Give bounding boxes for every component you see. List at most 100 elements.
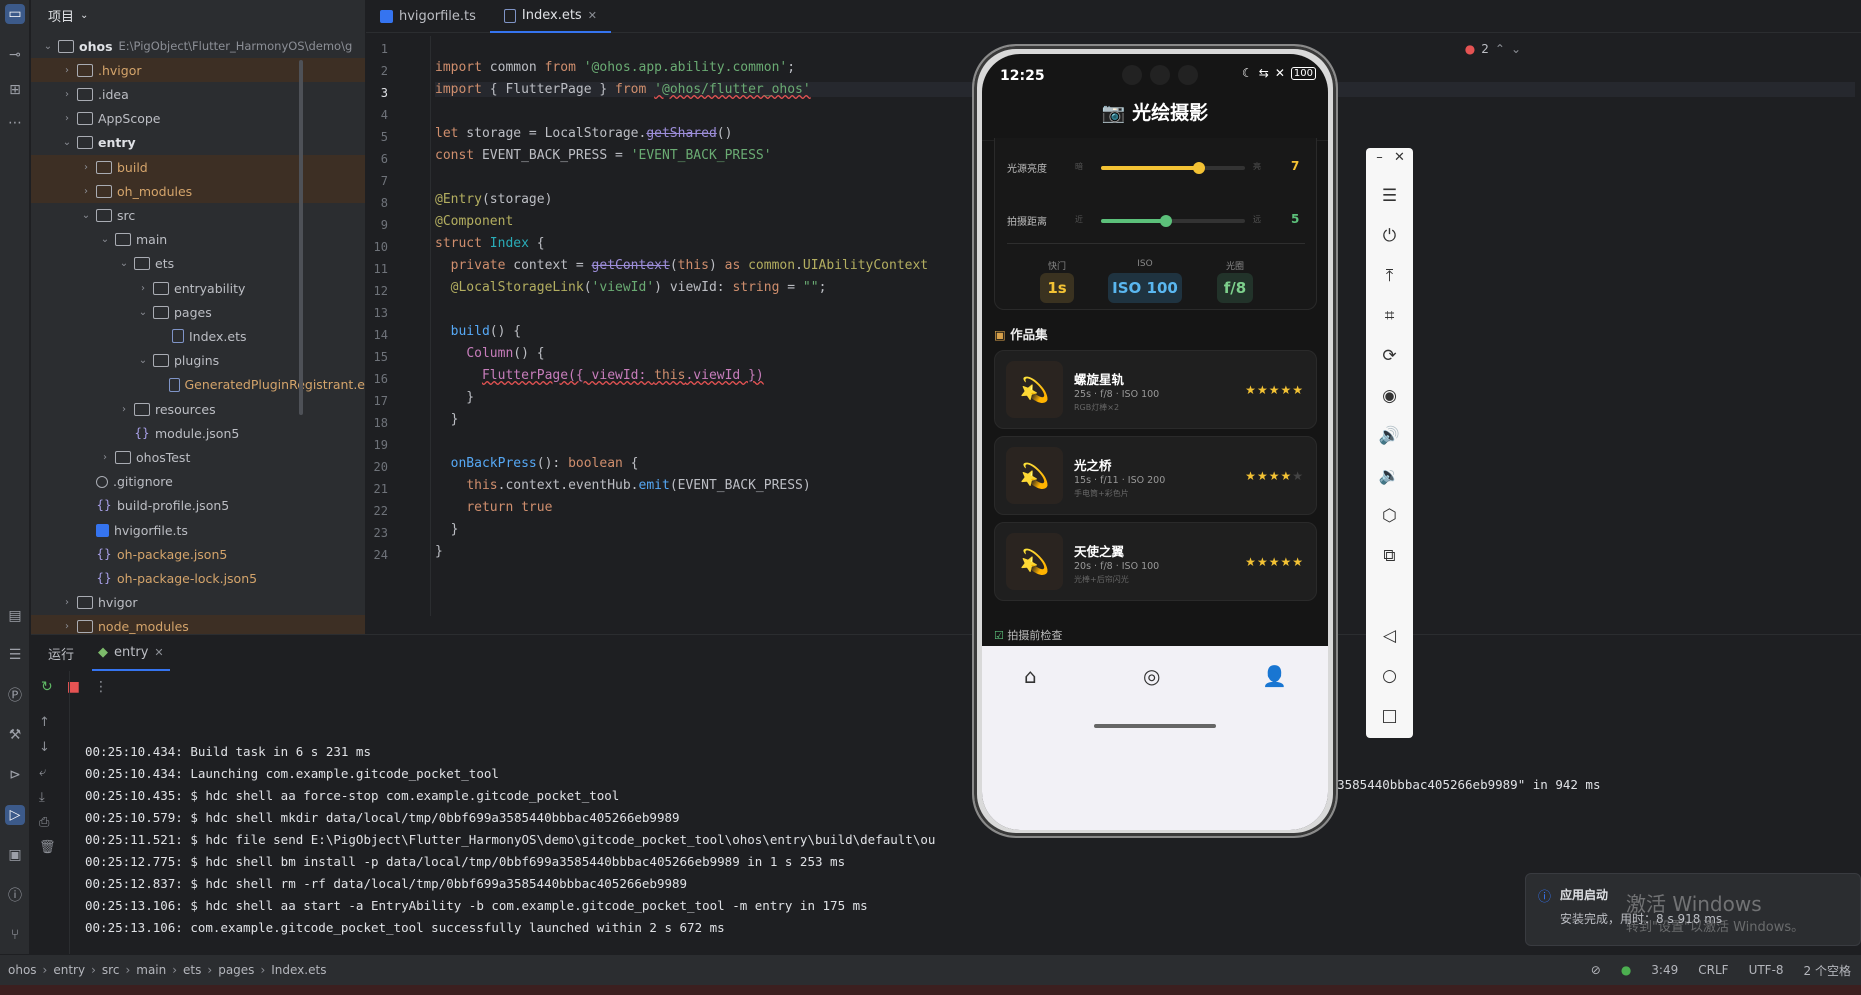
- commit-icon[interactable]: ⊸: [5, 45, 25, 65]
- rerun-icon[interactable]: ↻: [41, 679, 53, 695]
- chevron-down-icon[interactable]: ⌄: [1511, 42, 1521, 56]
- tree-item[interactable]: › build: [31, 155, 365, 179]
- clear-icon[interactable]: 🗑: [39, 840, 56, 855]
- tree-item[interactable]: › AppScope: [31, 107, 365, 131]
- tree-item[interactable]: {} module.json5: [31, 421, 365, 445]
- tree-item[interactable]: › ohosTest: [31, 445, 365, 469]
- chevron-right-icon[interactable]: ›: [136, 283, 150, 294]
- print-icon[interactable]: ⎙: [39, 815, 56, 830]
- more-options-icon[interactable]: ⋮: [94, 679, 108, 695]
- breadcrumb-item[interactable]: pages: [218, 963, 254, 977]
- screenshot-icon[interactable]: ◉: [1366, 386, 1413, 406]
- tree-scrollbar[interactable]: [299, 60, 303, 415]
- slider-knob[interactable]: [1192, 162, 1205, 174]
- notification[interactable]: ⓘ 应用启动 安装完成，用时：8 s 918 ms 激活 Windows 转到"…: [1525, 873, 1861, 946]
- run-config-tab[interactable]: ◆ entry ✕: [92, 635, 170, 671]
- setting-badge[interactable]: f/8: [1217, 273, 1253, 303]
- scroll-up-icon[interactable]: ↑: [39, 715, 56, 730]
- breadcrumb-item[interactable]: Index.ets: [271, 963, 326, 977]
- profiler-icon[interactable]: Ⓟ: [5, 685, 25, 705]
- chevron-down-icon[interactable]: ⌄: [117, 258, 131, 269]
- profile-icon[interactable]: 👤: [1262, 664, 1287, 688]
- tree-item[interactable]: › .hvigor: [31, 58, 365, 83]
- close-icon[interactable]: ✕: [154, 646, 163, 659]
- compass-icon[interactable]: ◎: [1143, 664, 1160, 688]
- tree-item[interactable]: › entryability: [31, 276, 365, 300]
- tab-hvigorfile[interactable]: hvigorfile.ts: [366, 0, 490, 33]
- chevron-down-icon[interactable]: ⌄: [98, 234, 112, 245]
- checkbox-icon[interactable]: ☑: [994, 629, 1004, 642]
- tree-item[interactable]: › resources: [31, 397, 365, 421]
- tree-item[interactable]: ⌄ main: [31, 228, 365, 252]
- home-button-icon[interactable]: ○: [1366, 666, 1413, 686]
- chevron-right-icon[interactable]: ›: [98, 452, 112, 463]
- terminal-icon[interactable]: ▣: [5, 845, 25, 865]
- cursor-position[interactable]: 3:49: [1651, 963, 1678, 977]
- tree-item[interactable]: ⌄ pages: [31, 300, 365, 324]
- power-save-icon[interactable]: ⊘: [1591, 963, 1601, 977]
- status-indicator-icon[interactable]: ●: [1621, 963, 1631, 977]
- problems-icon[interactable]: ⓘ: [5, 885, 25, 905]
- git-icon[interactable]: ⑂: [5, 925, 25, 945]
- chevron-right-icon[interactable]: ›: [60, 621, 74, 632]
- tree-item[interactable]: {} oh-package.json5: [31, 542, 365, 566]
- tree-item[interactable]: {} oh-package-lock.json5: [31, 566, 365, 590]
- services-icon[interactable]: ⊳: [5, 765, 25, 785]
- file-encoding[interactable]: UTF-8: [1749, 963, 1784, 977]
- setting-badge[interactable]: ISO 100: [1108, 273, 1182, 303]
- chevron-right-icon[interactable]: ›: [79, 186, 93, 197]
- multi-device-icon[interactable]: ⧉: [1366, 546, 1413, 566]
- tree-item[interactable]: › hvigor: [31, 591, 365, 615]
- setting-badge[interactable]: 1s: [1040, 273, 1074, 303]
- back-icon[interactable]: ◁: [1366, 626, 1413, 646]
- tab-index-ets[interactable]: Index.ets ✕: [489, 0, 611, 33]
- chevron-down-icon[interactable]: ⌄: [136, 355, 150, 366]
- breadcrumb-item[interactable]: ohos: [8, 963, 37, 977]
- crop-icon[interactable]: ⌗: [1366, 306, 1413, 326]
- home-icon[interactable]: ⌂: [1024, 664, 1037, 688]
- tree-item[interactable]: ⌄ ohos E:\PigObject\Flutter_HarmonyOS\demo…: [31, 34, 365, 58]
- close-tab-icon[interactable]: ✕: [588, 9, 597, 22]
- scroll-end-icon[interactable]: ⤓: [39, 790, 56, 805]
- chevron-down-icon[interactable]: ⌄: [79, 210, 93, 221]
- tree-item[interactable]: › oh_modules: [31, 179, 365, 204]
- work-card[interactable]: 💫 天使之翼 20s · f/8 · ISO 100 光棒+后帘闪光 ★★★★★: [994, 522, 1317, 601]
- chevron-down-icon[interactable]: ⌄: [136, 307, 150, 318]
- breadcrumb-item[interactable]: src: [102, 963, 120, 977]
- chevron-up-icon[interactable]: ⌃: [1495, 42, 1505, 56]
- breadcrumb-item[interactable]: main: [136, 963, 166, 977]
- soft-wrap-icon[interactable]: ⤶: [39, 765, 56, 780]
- tree-item[interactable]: ⌄ plugins: [31, 349, 365, 373]
- volume-down-icon[interactable]: 🔉: [1366, 466, 1413, 486]
- chevron-right-icon[interactable]: ›: [60, 89, 74, 100]
- line-ending[interactable]: CRLF: [1698, 963, 1728, 977]
- close-icon[interactable]: ✕: [1376, 150, 1423, 165]
- project-folder-icon[interactable]: ▭: [5, 4, 25, 24]
- more-icon[interactable]: ⋯: [5, 113, 25, 133]
- work-card[interactable]: 💫 光之桥 15s · f/11 · ISO 200 手电筒+彩色片 ★★★★★: [994, 436, 1317, 515]
- chevron-right-icon[interactable]: ›: [117, 404, 131, 415]
- chevron-right-icon[interactable]: ›: [60, 597, 74, 608]
- tree-item[interactable]: {} build-profile.json5: [31, 494, 365, 518]
- tree-item[interactable]: ⌄ src: [31, 203, 365, 227]
- todo-icon[interactable]: ☰: [5, 645, 25, 665]
- build-icon[interactable]: ⚒: [5, 725, 25, 745]
- tree-item[interactable]: ⌄ entry: [31, 131, 365, 155]
- scroll-down-icon[interactable]: ↓: [39, 740, 56, 755]
- structure-icon[interactable]: ⊞: [5, 80, 25, 100]
- chevron-down-icon[interactable]: ⌄: [80, 10, 88, 21]
- recents-icon[interactable]: □: [1366, 706, 1413, 726]
- breadcrumb-item[interactable]: ets: [183, 963, 201, 977]
- tree-item[interactable]: ⌄ ets: [31, 252, 365, 276]
- upload-icon[interactable]: ⤒: [1366, 266, 1413, 286]
- breadcrumb-item[interactable]: entry: [53, 963, 85, 977]
- slider-knob[interactable]: [1159, 215, 1172, 227]
- chevron-right-icon[interactable]: ›: [60, 65, 74, 76]
- chevron-down-icon[interactable]: ⌄: [41, 41, 55, 52]
- error-icon[interactable]: ●: [1465, 42, 1475, 56]
- volume-up-icon[interactable]: 🔊: [1366, 426, 1413, 446]
- chevron-right-icon[interactable]: ›: [79, 162, 93, 173]
- home-indicator[interactable]: [1094, 724, 1216, 728]
- shake-icon[interactable]: ⬡: [1366, 506, 1413, 526]
- bookmarks-icon[interactable]: ▤: [5, 606, 25, 626]
